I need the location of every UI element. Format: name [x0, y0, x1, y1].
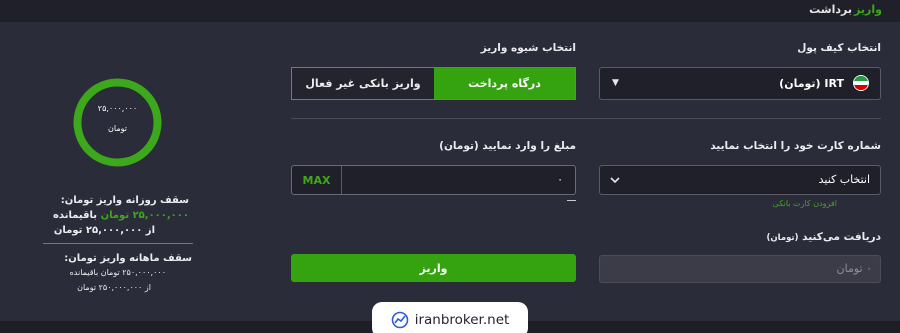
amount-label: مبلغ را وارد نمایید (تومان): [439, 140, 576, 152]
gauge-unit: تومان: [108, 124, 127, 133]
deposit-submit-button[interactable]: واریز: [291, 254, 576, 282]
add-card-link[interactable]: افزودن کارت بانکی: [773, 199, 837, 208]
watermark-badge: iranbroker.net: [372, 302, 528, 333]
wallet-select[interactable]: ▼ IRT (تومان): [599, 67, 881, 100]
method-label: انتخاب شیوه واریز: [480, 42, 576, 54]
card-label: شماره کارت خود را انتخاب نمایید: [710, 140, 881, 152]
amount-underline: [567, 200, 576, 201]
amount-input[interactable]: MAX ۰: [291, 165, 576, 195]
gauge-amount: ۲۵,۰۰۰,۰۰۰: [97, 104, 138, 113]
monthly-limit-total: از ۲۵۰,۰۰۰,۰۰۰ تومان: [77, 283, 151, 292]
payment-gateway-button[interactable]: درگاه پرداخت: [434, 68, 575, 99]
monthly-remaining: ۲۵۰,۰۰۰,۰۰۰ تومان باقیمانده: [69, 268, 166, 277]
monthly-limit-title: سقف ماهانه واریز تومان:: [64, 253, 192, 264]
amount-value: ۰: [557, 173, 563, 186]
section-divider: [291, 118, 881, 119]
receive-label: دریافت می‌کنید (تومان): [767, 231, 882, 243]
watermark-text: iranbroker.net: [414, 312, 510, 328]
method-toggle: درگاه پرداخت واریز بانکی غیر فعال: [291, 67, 576, 100]
card-placeholder: انتخاب کنید: [818, 173, 870, 186]
receive-field: ۰ تومان: [599, 255, 881, 283]
max-button[interactable]: MAX: [292, 166, 342, 194]
card-select[interactable]: انتخاب کنید: [599, 165, 881, 195]
limits-divider: [43, 243, 193, 244]
daily-remaining-amount: ۲۵,۰۰۰,۰۰۰ تومان: [100, 210, 189, 221]
daily-limit-title: سقف روزانه واریز تومان:: [60, 195, 189, 206]
limit-gauge: [73, 78, 162, 167]
bank-deposit-button[interactable]: واریز بانکی غیر فعال: [292, 68, 434, 99]
top-bar: واریز برداشت: [0, 0, 900, 22]
wallet-selected-value: IRT (تومان): [779, 77, 844, 90]
receive-label-text: دریافت می‌کنید: [802, 231, 881, 243]
gauge-fill: [73, 78, 162, 167]
receive-value: ۰ تومان: [836, 262, 872, 275]
daily-remaining-label: باقیمانده: [53, 210, 98, 221]
daily-limit-total: از ۲۵,۰۰۰,۰۰۰ تومان: [53, 225, 155, 236]
caret-down-icon: ▼: [612, 78, 619, 88]
wallet-label: انتخاب کیف پول: [797, 42, 881, 54]
receive-label-unit: (تومان): [766, 233, 799, 243]
chart-logo-icon: [391, 311, 408, 329]
daily-remaining: ۲۵,۰۰۰,۰۰۰ تومان باقیمانده: [53, 210, 189, 221]
tab-deposit[interactable]: واریز: [854, 3, 882, 16]
tab-withdraw[interactable]: برداشت: [809, 3, 852, 16]
chevron-down-icon: [610, 177, 620, 184]
iran-flag-icon: [853, 75, 869, 91]
